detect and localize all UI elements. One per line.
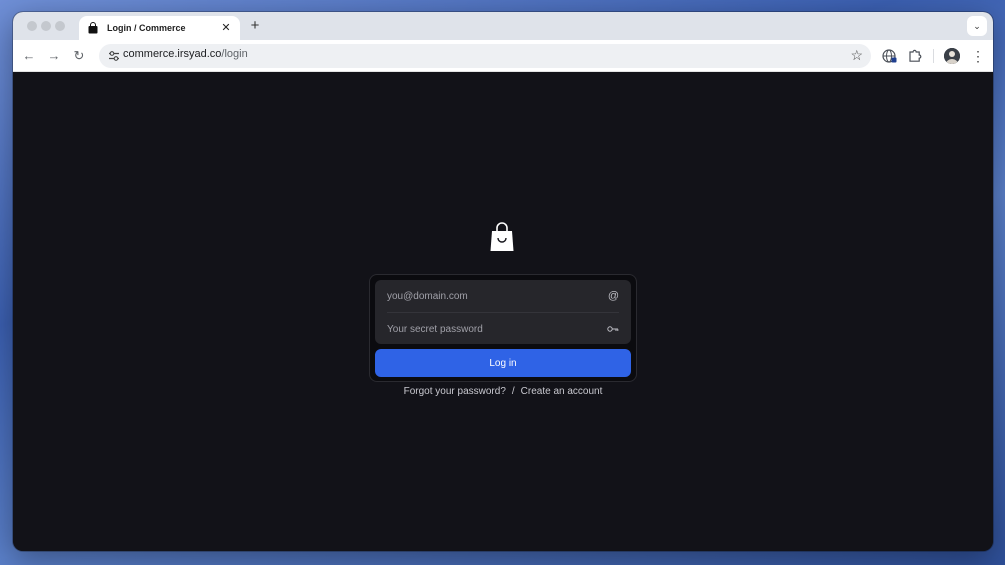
password-input[interactable] (387, 323, 597, 335)
back-button[interactable]: ← (21, 48, 37, 64)
auth-links: Forgot your password? / Create an account (369, 386, 637, 400)
toolbar-divider (933, 49, 934, 63)
zoom-window-button[interactable] (55, 21, 65, 31)
tab-strip: Login / Commerce ✕ + ⌄ (13, 12, 993, 40)
browser-toolbar: ← → ↻ commerce.irsyad.co/login ☆ ⋮ (13, 40, 993, 72)
create-account-link[interactable]: Create an account (521, 386, 603, 397)
close-window-button[interactable] (27, 21, 37, 31)
bookmark-star-icon[interactable]: ☆ (850, 47, 863, 64)
forward-button[interactable]: → (46, 48, 62, 64)
login-button[interactable]: Log in (375, 349, 631, 377)
url-path: /login (221, 48, 248, 60)
page-content: @ Log in Forgot your password? / Create an… (13, 73, 993, 551)
email-input[interactable] (387, 290, 597, 302)
url-domain: commerce.irsyad.co (123, 48, 222, 60)
shopping-bag-icon (88, 22, 98, 34)
email-row: @ (375, 280, 631, 312)
at-sign-icon: @ (607, 290, 619, 302)
forgot-password-link[interactable]: Forgot your password? (404, 386, 506, 397)
credential-fields: @ (375, 280, 631, 344)
close-icon[interactable]: ✕ (219, 21, 233, 35)
avatar-image (944, 48, 960, 64)
extension-globe-icon[interactable] (881, 47, 899, 65)
key-icon (607, 326, 619, 332)
browser-window: Login / Commerce ✕ + ⌄ ← → ↻ commerce.ir… (13, 12, 993, 551)
login-form: @ Log in (369, 274, 637, 382)
site-settings-icon[interactable] (108, 50, 120, 62)
address-bar[interactable]: commerce.irsyad.co/login ☆ (99, 44, 871, 68)
tab-title: Login / Commerce (107, 23, 186, 33)
shopping-bag-icon (490, 222, 514, 251)
browser-menu-button[interactable]: ⋮ (971, 47, 985, 65)
minimize-window-button[interactable] (41, 21, 51, 31)
tab-login[interactable]: Login / Commerce ✕ (79, 16, 240, 40)
extensions-puzzle-icon[interactable] (906, 47, 924, 65)
new-tab-button[interactable]: + (247, 18, 263, 34)
link-separator: / (511, 386, 515, 397)
tab-search-button[interactable]: ⌄ (967, 16, 987, 36)
url-text: commerce.irsyad.co/login (123, 48, 248, 60)
password-row (375, 313, 631, 345)
reload-button[interactable]: ↻ (71, 48, 87, 64)
profile-avatar[interactable] (944, 48, 960, 64)
